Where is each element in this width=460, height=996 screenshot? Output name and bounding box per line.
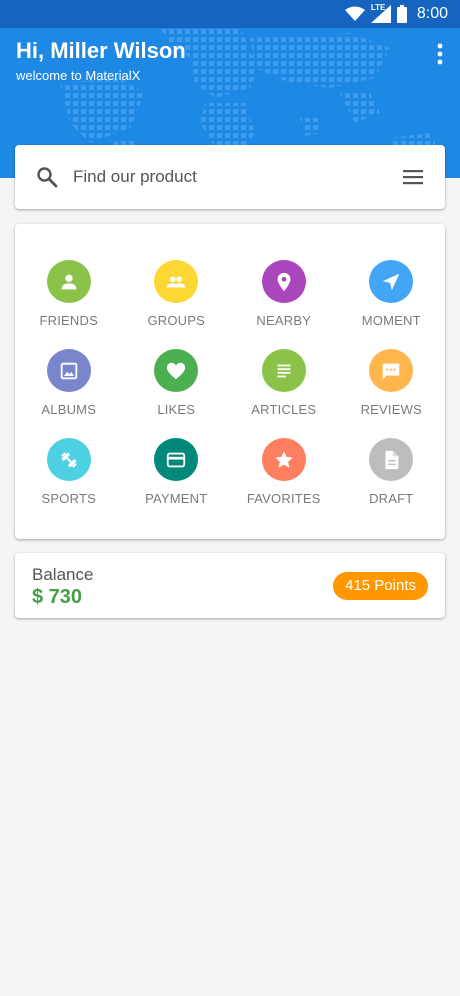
grid-item-label: FAVORITES [246,491,321,506]
reviews-circle[interactable] [369,349,414,392]
grid-item-groups[interactable]: GROUPS [123,260,231,328]
grid-item-label: MOMENT [361,313,421,328]
battery-icon [396,5,407,23]
heart-icon [167,362,186,379]
grid-item-label: ALBUMS [41,402,97,417]
category-grid: FRIENDS GROUPS NEARBY MOMENT ALBUMS LIKE… [15,224,445,539]
credit-card-icon [167,452,186,467]
grid-item-label: PAYMENT [145,491,208,506]
payment-circle[interactable] [154,438,199,481]
draft-circle[interactable] [369,438,414,481]
document-icon [385,450,399,469]
balance-label: Balance [32,565,94,584]
grid-item-label: LIKES [157,402,196,417]
grid-item-albums[interactable]: ALBUMS [15,349,123,417]
article-icon [277,364,291,377]
grid-item-label: DRAFT [369,491,414,506]
grid-item-draft[interactable]: DRAFT [338,438,446,506]
location-pin-icon [277,272,291,291]
sports-circle[interactable] [46,438,91,481]
grid-item-label: SPORTS [41,491,96,506]
menu-icon[interactable] [401,165,425,189]
balance-card[interactable]: Balance $ 730 415 Points [15,553,445,618]
person-icon [61,274,77,289]
grid-item-label: NEARBY [256,313,312,328]
fitness-icon [60,451,77,468]
moment-circle[interactable] [369,260,414,303]
more-options-icon[interactable] [434,42,446,66]
star-icon [275,450,293,468]
grid-item-reviews[interactable]: REVIEWS [338,349,446,417]
search-bar[interactable]: Find our product [15,145,445,209]
chat-bubble-icon [383,363,400,379]
points-badge[interactable]: 415 Points [333,572,428,600]
favorites-circle[interactable] [261,438,306,481]
grid-item-friends[interactable]: FRIENDS [15,260,123,328]
wifi-icon [344,6,365,21]
network-type-label: LTE [370,3,386,12]
grid-item-favorites[interactable]: FAVORITES [230,438,338,506]
search-icon[interactable] [35,165,59,189]
status-icons: LTE 8:00 [344,3,448,24]
grid-item-sports[interactable]: SPORTS [15,438,123,506]
search-input[interactable]: Find our product [73,167,197,187]
grid-item-articles[interactable]: ARTICLES [230,349,338,417]
nearby-circle[interactable] [261,260,306,303]
grid-item-label: FRIENDS [39,313,98,328]
greeting-subtitle: welcome to MaterialX [16,68,141,83]
image-icon [60,362,77,379]
albums-circle[interactable] [46,349,91,392]
send-icon [383,273,400,290]
grid-item-label: GROUPS [147,313,206,328]
grid-item-nearby[interactable]: NEARBY [230,260,338,328]
signal-icon: LTE [370,3,391,23]
group-icon [167,276,186,287]
grid-item-label: REVIEWS [360,402,422,417]
articles-circle[interactable] [261,349,306,392]
grid-item-moment[interactable]: MOMENT [338,260,446,328]
likes-circle[interactable] [154,349,199,392]
groups-circle[interactable] [154,260,199,303]
friends-circle[interactable] [46,260,91,303]
grid-item-payment[interactable]: PAYMENT [123,438,231,506]
status-time: 8:00 [416,5,448,22]
status-bar: LTE 8:00 [0,0,460,28]
grid-item-label: ARTICLES [251,402,317,417]
balance-amount: $ 730 [32,586,83,608]
grid-item-likes[interactable]: LIKES [123,349,231,417]
category-grid-items: FRIENDS GROUPS NEARBY MOMENT ALBUMS LIKE… [15,260,445,506]
greeting-title: Hi, Miller Wilson [16,38,186,63]
